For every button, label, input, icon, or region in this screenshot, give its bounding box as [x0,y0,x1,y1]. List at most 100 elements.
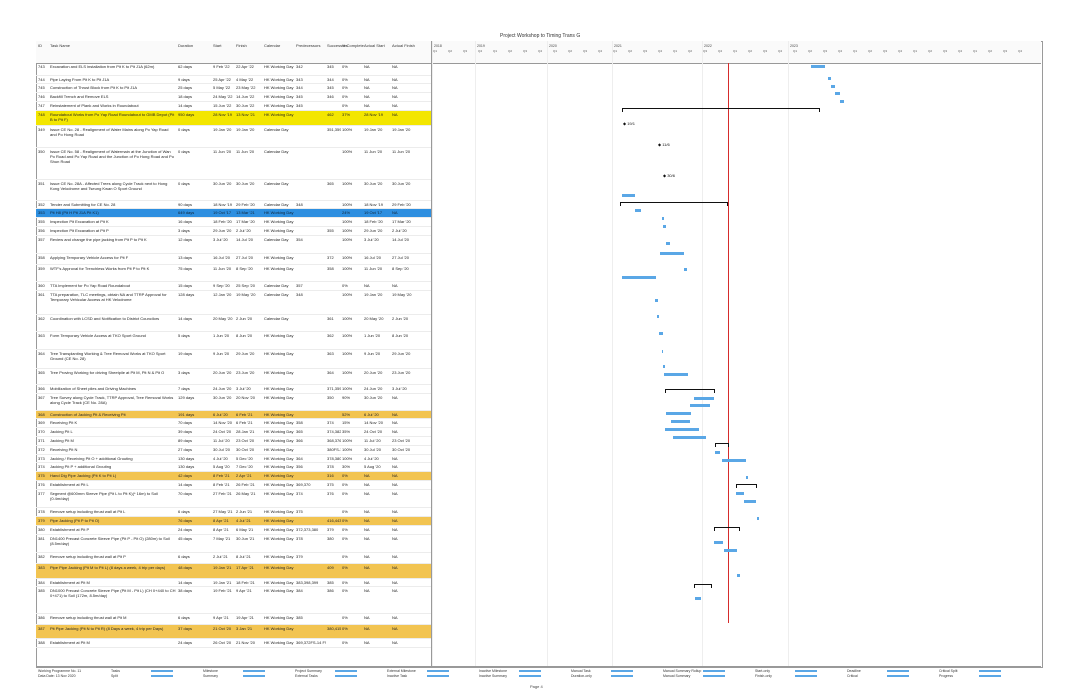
summary-bar[interactable] [622,107,820,112]
table-row[interactable]: 370 Jacking Pit L 39 days 24 Oct '20 28 Jan … [36,428,431,437]
task-bar[interactable] [684,267,687,271]
milestone-marker[interactable]: ◆ 30/6 [663,173,675,178]
table-row[interactable]: 360 TTA Implement for Po Yap Road Roundab… [36,282,431,291]
table-row[interactable]: 350 Issue CE No. 58 - Realignment of Wate… [36,148,431,181]
task-bar[interactable] [831,84,835,88]
task-bar[interactable] [835,92,840,96]
table-row[interactable]: 372 Receiving Pit N 27 days 30 Jul '20 30 Oc… [36,446,431,455]
task-bar[interactable] [811,65,825,68]
table-row[interactable]: 352 Tender and Submitting for CE No. 28 90… [36,201,431,210]
task-bar[interactable] [666,242,670,246]
summary-bar[interactable] [665,388,715,393]
task-bar[interactable] [673,435,706,439]
task-bar[interactable] [746,476,748,480]
table-row[interactable]: 743 Excavation and ELS installation from … [36,63,431,76]
table-row[interactable]: 373 Jacking / Receiving Pit O + additiona… [36,455,431,464]
table-row[interactable]: 378 Remove setup including thrust wall at… [36,508,431,518]
task-bar[interactable] [664,373,688,377]
table-row[interactable]: 355 Inspection Pit Excavation at Pit K 16 … [36,218,431,228]
table-row[interactable]: 368 Construction of Jacking Pit & Receivi… [36,410,431,420]
table-row[interactable]: 376 Establishment at Pit L 14 days 8 Feb '2… [36,481,431,490]
task-bar[interactable] [657,314,659,318]
table-row[interactable]: 386 Remove setup including thrust wall at… [36,614,431,625]
table-row[interactable]: 364 Tree Transplanting Working & Tree Rem… [36,350,431,369]
task-bar[interactable] [722,458,746,462]
table-row[interactable]: 351 Issue CE No. 28A - Affected Trees alo… [36,180,431,201]
table-row[interactable]: 371 Jacking Pit M 89 days 11 Jul '20 23 Oct … [36,437,431,446]
column-header[interactable]: Finish [236,43,247,48]
table-row[interactable]: 382 Remove setup including thrust wall at… [36,553,431,564]
table-row[interactable]: 349 Issue CE No. 28 - Realignment of Wate… [36,126,431,148]
table-row[interactable]: 361 TTA preparation, TLC meetings, obtain… [36,291,431,315]
table-row[interactable]: 745 Construction of Thrust Block from Pit… [36,84,431,94]
table-row[interactable]: 358 Applying Temporary Vehicle Access for… [36,254,431,266]
summary-bar[interactable] [694,583,712,588]
task-bar[interactable] [666,412,691,416]
table-row[interactable]: 748 Roundabout Works from Po Yap Road Rou… [36,110,431,126]
table-row[interactable]: 377 Segment @600mm Sleeve Pipe (Pit L to … [36,490,431,509]
task-bar[interactable] [715,451,720,455]
task-bar[interactable] [737,573,740,577]
task-bar[interactable] [659,332,663,336]
column-header[interactable]: Start [213,43,221,48]
table-row[interactable]: 369 Receiving Pit K 70 days 14 Nov '20 6 Feb… [36,419,431,429]
table-row[interactable]: 353 Pit H8 (Pit H Pit J1A Pit K1) 649 days… [36,209,431,219]
column-header[interactable]: Actual Start [364,43,385,48]
task-bar[interactable] [671,419,690,423]
column-header[interactable]: Task Name [50,43,70,48]
task-bar[interactable] [622,193,635,197]
milestone-marker[interactable]: ◆ 19/1 [623,121,635,126]
summary-bar[interactable] [715,443,729,448]
task-bar[interactable] [840,100,844,104]
column-header[interactable]: Actual Finish [392,43,415,48]
column-header[interactable]: % Complete [342,43,364,48]
task-bar[interactable] [660,252,684,256]
task-bar[interactable] [635,209,641,213]
table-row[interactable]: 747 Reinstatement of Plank and Works in R… [36,102,431,111]
summary-bar[interactable] [620,201,728,206]
table-row[interactable]: 362 Coordination with LCSD and Notificati… [36,315,431,332]
table-row[interactable]: 379 Pipe Jacking (Pit P to Pit O) 76 days 8… [36,517,431,526]
table-row[interactable]: 366 Mobilization of Sheet piles and Drivi… [36,385,431,394]
column-header[interactable]: Calendar [264,43,280,48]
table-row[interactable]: 375 Hand Dig Pipe Jacking (Pit K to Pit L… [36,472,431,481]
task-bar[interactable] [736,492,744,496]
task-bar[interactable] [714,540,723,544]
task-bar[interactable] [663,224,666,228]
table-row[interactable]: 388 Establishment at Pit M 24 days 26 Oct '… [36,639,431,648]
table-row[interactable]: 363 Form Temporary Vehicle Access at TKO … [36,332,431,351]
table-row[interactable]: 374 Jacking Pit P + additional Grouting 13… [36,463,431,473]
summary-bar[interactable] [736,484,757,489]
task-bar[interactable] [690,404,710,408]
table-row[interactable]: 365 Tree Proving Working for driving Shee… [36,369,431,386]
column-header[interactable]: Predecessors [296,43,320,48]
table-row[interactable]: 381 DN1400 Precast Concrete Sleeve Pipe (… [36,535,431,554]
task-bar[interactable] [622,275,656,279]
task-bar[interactable] [663,365,665,369]
task-bar[interactable] [757,517,759,521]
table-row[interactable]: 387 Pit Pipe Jacking (Pit N to Pit R) (8 … [36,624,431,640]
table-row[interactable]: 356 Inspection Pit Excavation at Pit P 3 d… [36,227,431,236]
task-bar[interactable] [695,597,701,601]
task-bar[interactable] [665,427,699,431]
summary-bar[interactable] [714,527,740,532]
table-row[interactable]: 380 Establishment at Pit P 24 days 8 Apr '2… [36,526,431,535]
table-row[interactable]: 357 Review and change the pipe jacking fr… [36,236,431,255]
table-row[interactable]: 746 Backfill Trench and Remove ELS 18 days… [36,93,431,103]
task-bar[interactable] [694,396,714,400]
task-bar[interactable] [662,349,663,353]
milestone-marker[interactable]: ◆ 11/6 [658,142,670,147]
table-row[interactable]: 384 Establishment at Pit M 14 days 19 Jan '… [36,579,431,588]
table-row[interactable]: 385 DN1000 Precast Concrete Sleeve Pipe (… [36,587,431,614]
column-header[interactable]: Duration [178,43,193,48]
task-bar[interactable] [724,548,737,552]
table-row[interactable]: 744 Pipe Laying From Pit K to Pit J1A 9 da… [36,76,431,85]
task-bar[interactable] [662,217,664,221]
task-bar[interactable] [828,76,831,80]
column-header[interactable]: ID [38,43,42,48]
table-row[interactable]: 359 WTF's Approval for Trenchless Works f… [36,265,431,282]
task-bar[interactable] [655,299,658,302]
table-row[interactable]: 367 Tree Survey along Cycle Track, TTRP A… [36,394,431,411]
table-row[interactable]: 383 Pipe Pipe Jacking (Pit M to Pit L) (8… [36,563,431,579]
task-bar[interactable] [744,499,756,503]
